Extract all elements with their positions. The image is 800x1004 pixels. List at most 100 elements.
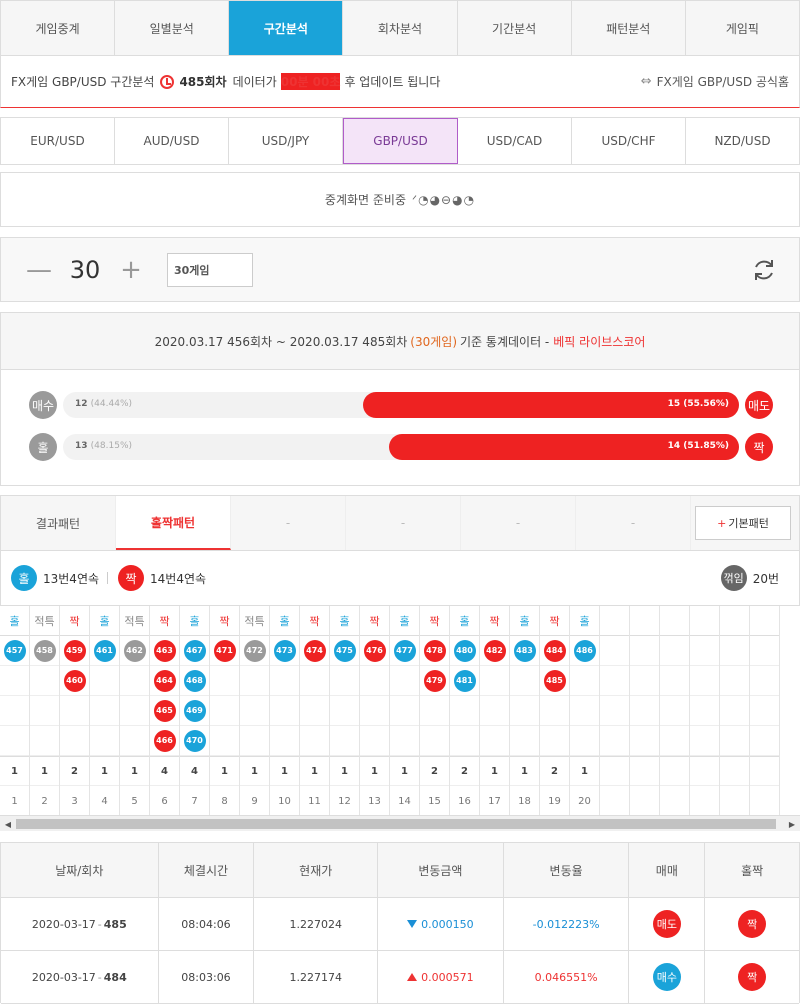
scrollbar-thumb[interactable] bbox=[16, 819, 776, 829]
currency-tab[interactable]: AUD/USD bbox=[115, 118, 229, 164]
nav-tab[interactable]: 패턴분석 bbox=[572, 1, 686, 55]
grid-cell bbox=[750, 666, 779, 696]
grid-column-header: 적특 bbox=[120, 606, 149, 636]
pattern-tab[interactable]: - bbox=[461, 496, 576, 550]
nav-tab[interactable]: 게임중계 bbox=[1, 1, 116, 55]
pattern-tabs: 결과패턴 홀짝패턴 - - - - + 기본패턴 bbox=[0, 495, 800, 551]
pattern-tab[interactable]: - bbox=[576, 496, 691, 550]
round-marker: 478 bbox=[423, 639, 446, 662]
date-round-cell: 2020-03-17-484 bbox=[1, 951, 159, 1003]
grid-cell bbox=[660, 726, 689, 756]
grid-column-header bbox=[660, 606, 689, 636]
pattern-tab[interactable]: - bbox=[346, 496, 461, 550]
increase-button[interactable]: + bbox=[117, 255, 145, 285]
round-number: 484 bbox=[103, 970, 127, 984]
round-marker: 458 bbox=[33, 639, 56, 662]
grid-column bbox=[660, 606, 690, 815]
grid-cell bbox=[360, 666, 389, 696]
grid-cell: 477 bbox=[390, 636, 419, 666]
round-marker: 477 bbox=[393, 639, 416, 662]
exchange-arrows-icon: ⇔ bbox=[640, 74, 652, 89]
grid-cell: 473 bbox=[270, 636, 299, 666]
grid-cell: 465 bbox=[150, 696, 179, 726]
grid-cell bbox=[690, 666, 719, 696]
turn-icon: 꺾임 bbox=[720, 565, 747, 591]
game-count-stepper: — 30 + 30게임 bbox=[0, 237, 800, 302]
time-cell: 08:03:06 bbox=[159, 951, 255, 1003]
streak-count: 1 bbox=[300, 756, 329, 786]
grid-column: 적특 462 1 5 bbox=[120, 606, 150, 815]
currency-tab[interactable]: USD/CAD bbox=[458, 118, 572, 164]
even-summary: 14번4연속 bbox=[150, 571, 207, 586]
column-index bbox=[750, 786, 779, 815]
table-header-row: 날짜/회차 체결시간 현재가 변동금액 변동율 매매 홀짝 bbox=[1, 843, 799, 898]
pattern-tab[interactable]: 결과패턴 bbox=[1, 496, 116, 550]
game-count-value: 30 bbox=[69, 255, 101, 284]
basic-pattern-button[interactable]: + 기본패턴 bbox=[695, 506, 791, 540]
pattern-tab[interactable]: - bbox=[231, 496, 346, 550]
grid-cell: 479 bbox=[420, 666, 449, 696]
grid-cell bbox=[120, 696, 149, 726]
grid-cell bbox=[210, 666, 239, 696]
streak-count: 4 bbox=[150, 756, 179, 786]
round-marker: 465 bbox=[153, 699, 176, 722]
scroll-right-icon[interactable]: ▶ bbox=[784, 816, 800, 832]
grid-cell: 468 bbox=[180, 666, 209, 696]
grid-cell bbox=[630, 636, 659, 666]
currency-tab[interactable]: GBP/USD bbox=[343, 118, 458, 164]
date-separator: - bbox=[97, 970, 102, 984]
grid-column: 홀 473 1 10 bbox=[270, 606, 300, 815]
grid-column-header: 홀 bbox=[270, 606, 299, 636]
currency-tab[interactable]: USD/JPY bbox=[229, 118, 343, 164]
grid-cell bbox=[240, 726, 269, 756]
horizontal-scrollbar[interactable]: ◀ ▶ bbox=[0, 815, 800, 831]
currency-tab[interactable]: EUR/USD bbox=[1, 118, 115, 164]
grid-cell bbox=[660, 666, 689, 696]
grid-cell bbox=[390, 666, 419, 696]
nav-tab[interactable]: 구간분석 bbox=[229, 1, 344, 55]
table-header-cell: 홀짝 bbox=[741, 863, 764, 878]
grid-cell bbox=[210, 726, 239, 756]
round-marker: 464 bbox=[153, 669, 176, 692]
decrease-button[interactable]: — bbox=[25, 255, 53, 285]
column-index: 17 bbox=[488, 795, 501, 807]
table-header-cell: 매매 bbox=[629, 843, 706, 897]
grid-column-header: 홀 bbox=[510, 606, 539, 636]
game-count-select[interactable]: 30게임 bbox=[167, 252, 253, 287]
column-index bbox=[660, 786, 689, 815]
streak-count: 1 bbox=[360, 756, 389, 786]
grid-cell bbox=[630, 726, 659, 756]
grid-cell: 472 bbox=[240, 636, 269, 666]
time-cell: 08:04:06 bbox=[159, 898, 255, 950]
grid-cell bbox=[510, 666, 539, 696]
grid-cell: 482 bbox=[480, 636, 509, 666]
grid-column: 짝 478 479 2 15 bbox=[420, 606, 450, 815]
nav-tab[interactable]: 기간분석 bbox=[458, 1, 572, 55]
grid-cell bbox=[570, 726, 599, 756]
grid-cell bbox=[600, 726, 629, 756]
grid-cell bbox=[720, 666, 749, 696]
grid-cell bbox=[390, 726, 419, 756]
stats-range: 2020.03.17 456회차 ~ 2020.03.17 485회차 bbox=[154, 334, 408, 349]
grid-column-header: 홀 bbox=[570, 606, 599, 636]
nav-tab[interactable]: 게임픽 bbox=[686, 1, 799, 55]
scroll-left-icon[interactable]: ◀ bbox=[0, 816, 16, 832]
stat-left-value: 12 (44.44%) bbox=[75, 399, 132, 409]
nav-tab[interactable]: 일별분석 bbox=[115, 1, 230, 55]
official-home-link[interactable]: ⇔ FX게임 GBP/USD 공식홈 bbox=[641, 73, 789, 90]
grid-cell bbox=[240, 666, 269, 696]
currency-tab[interactable]: USD/CHF bbox=[572, 118, 686, 164]
grid-column-header: 짝 bbox=[480, 606, 509, 636]
grid-column: 홀 475 1 12 bbox=[330, 606, 360, 815]
grid-cell: 483 bbox=[510, 636, 539, 666]
pattern-tab[interactable]: 홀짝패턴 bbox=[116, 496, 231, 550]
stat-left-count: 13 bbox=[75, 441, 88, 451]
currency-tab[interactable]: NZD/USD bbox=[686, 118, 799, 164]
grid-cell: 461 bbox=[90, 636, 119, 666]
grid-cell bbox=[330, 696, 359, 726]
grid-cell: 486 bbox=[570, 636, 599, 666]
refresh-icon[interactable] bbox=[751, 257, 777, 283]
column-index bbox=[720, 786, 749, 815]
nav-tab[interactable]: 회차분석 bbox=[343, 1, 458, 55]
round-marker: 473 bbox=[273, 639, 296, 662]
